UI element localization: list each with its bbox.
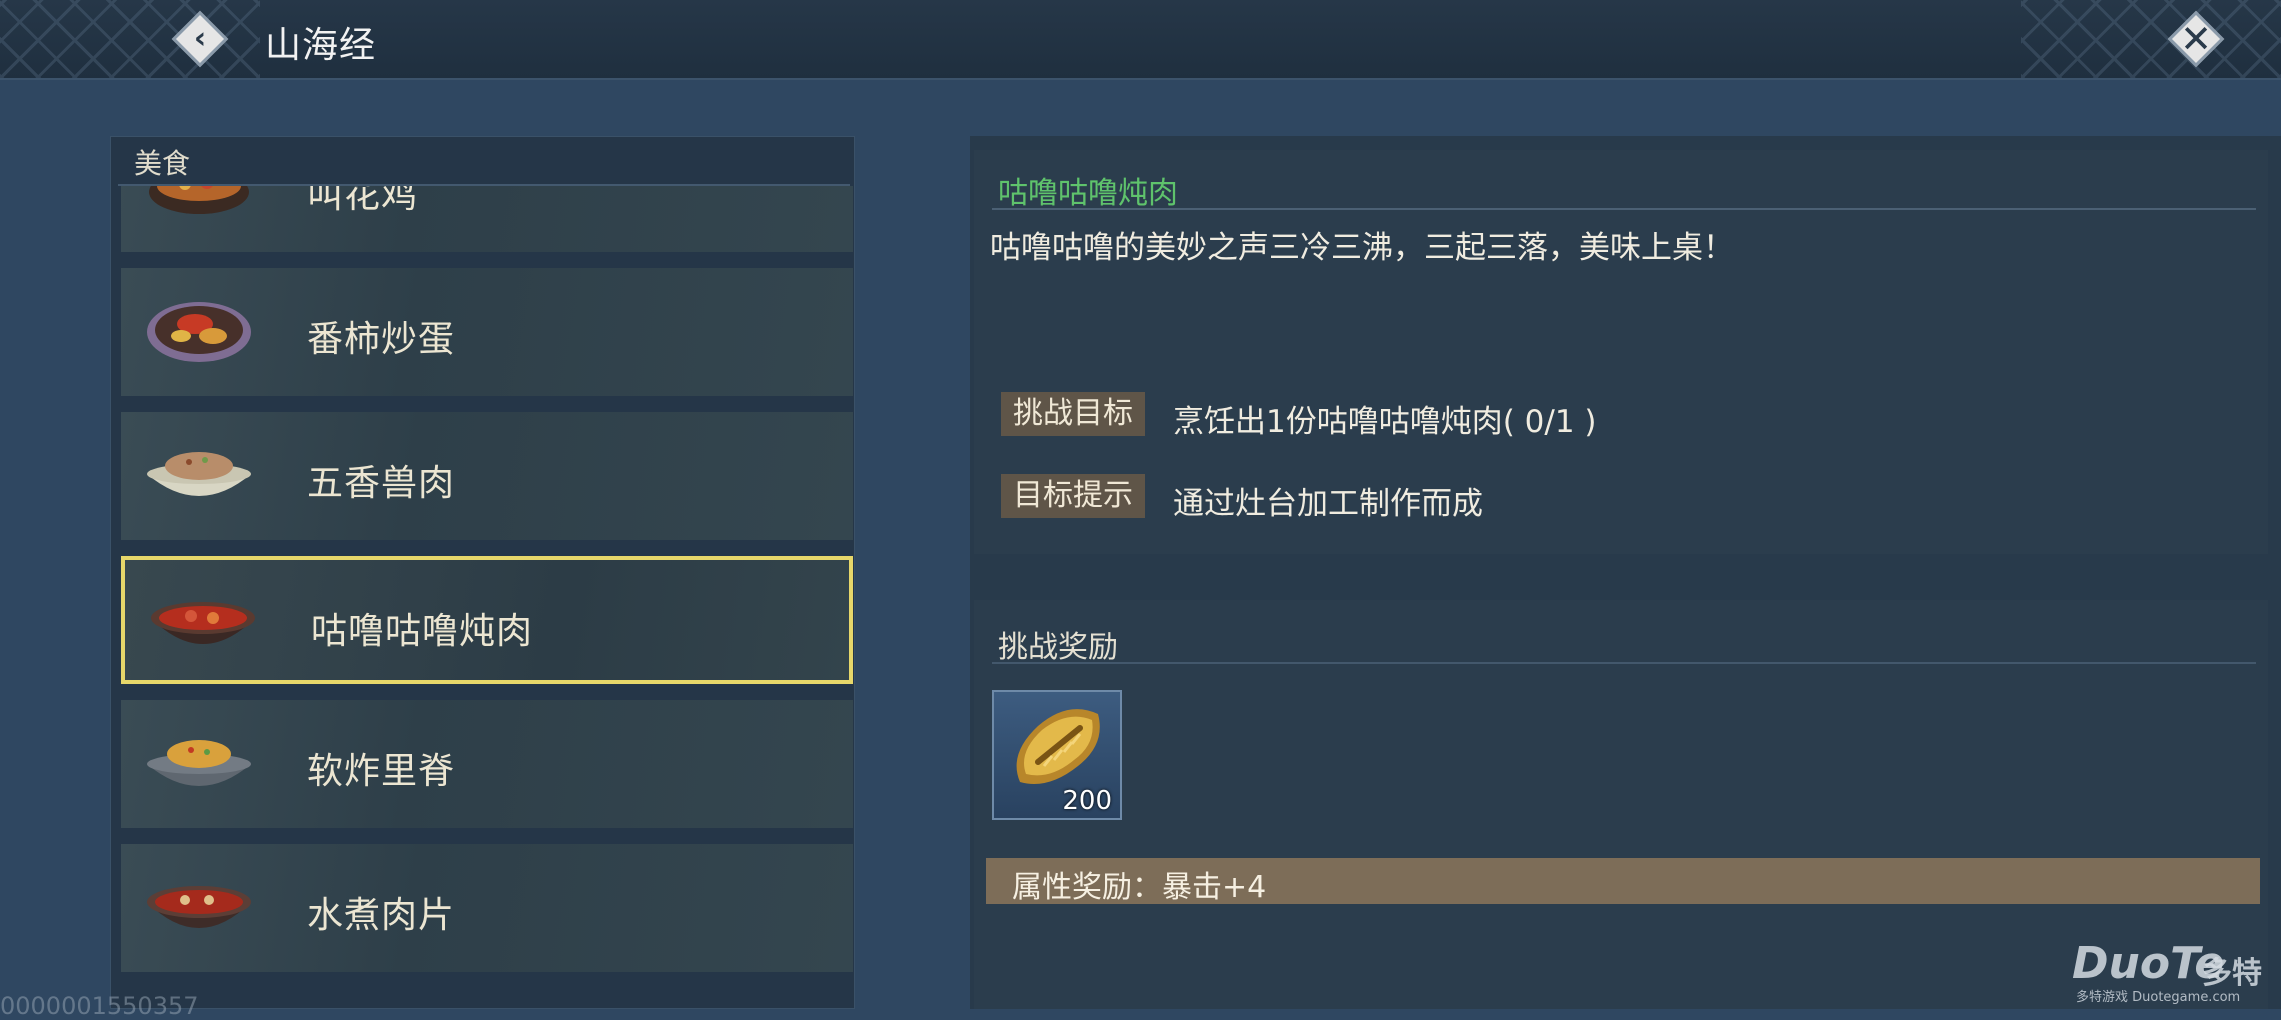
goal-text: 烹饪出1份咕噜咕噜炖肉( 0/1 )	[1173, 404, 1597, 440]
watermark-sub: 多特游戏 Duotegame.com	[2076, 990, 2241, 1005]
close-x-icon: ✕	[2180, 17, 2212, 61]
player-id-text: 0000001550357	[0, 992, 199, 1020]
goal-tag: 挑战目标	[1001, 392, 1145, 436]
watermark-logo: DuoTe 多特 多特游戏 Duotegame.com	[2072, 938, 2272, 1005]
right-ornament	[2021, 0, 2281, 78]
reward-title: 挑战奖励	[998, 630, 1118, 665]
page-title: 山海经	[265, 25, 377, 66]
food-name-label: 水煮肉片	[307, 895, 456, 936]
detail-divider	[992, 208, 2256, 210]
food-name-label: 软炸里脊	[307, 751, 456, 792]
dish-icon	[147, 452, 251, 496]
food-list-item[interactable]: 番柿炒蛋	[121, 268, 853, 396]
reward-item-slot[interactable]: 200	[992, 690, 1122, 820]
hint-tag: 目标提示	[1001, 474, 1145, 518]
dish-icon	[147, 740, 251, 786]
detail-food-name: 咕噜咕噜炖肉	[998, 176, 1178, 211]
food-list-item[interactable]: 水煮肉片	[121, 844, 853, 972]
hint-text: 通过灶台加工制作而成	[1173, 486, 1483, 522]
dish-icon	[149, 186, 249, 214]
food-name-label: 叫花鸡	[307, 186, 419, 216]
close-button[interactable]: ✕	[2167, 10, 2225, 68]
food-name-label: 番柿炒蛋	[307, 319, 456, 360]
food-list-item[interactable]: 五香兽肉	[121, 412, 853, 540]
food-list[interactable]: 叫花鸡 番柿炒蛋 五香兽肉 咕噜咕噜炖肉 软炸里脊 水煮肉片	[121, 186, 853, 1009]
dish-icon	[151, 602, 255, 644]
food-list-item[interactable]: 软炸里脊	[121, 700, 853, 828]
attribute-reward-text: 属性奖励：暴击+4	[1012, 870, 1267, 905]
dish-icon	[147, 302, 251, 362]
gold-coin-icon	[1016, 709, 1100, 784]
detail-description: 咕噜咕噜的美妙之声三冷三沸，三起三落，美味上桌！	[990, 230, 1734, 266]
dish-icon	[147, 886, 251, 928]
reward-divider	[992, 662, 2256, 664]
back-arrow-icon: ‹	[193, 21, 207, 56]
back-button[interactable]: ‹	[171, 10, 229, 68]
food-list-item[interactable]: 咕噜咕噜炖肉	[121, 556, 853, 684]
food-name-label: 五香兽肉	[307, 463, 456, 504]
reward-item-count: 200	[1062, 786, 1112, 816]
category-label: 美食	[134, 147, 191, 180]
food-list-item[interactable]: 叫花鸡	[121, 186, 853, 252]
food-name-label: 咕噜咕噜炖肉	[311, 611, 534, 652]
